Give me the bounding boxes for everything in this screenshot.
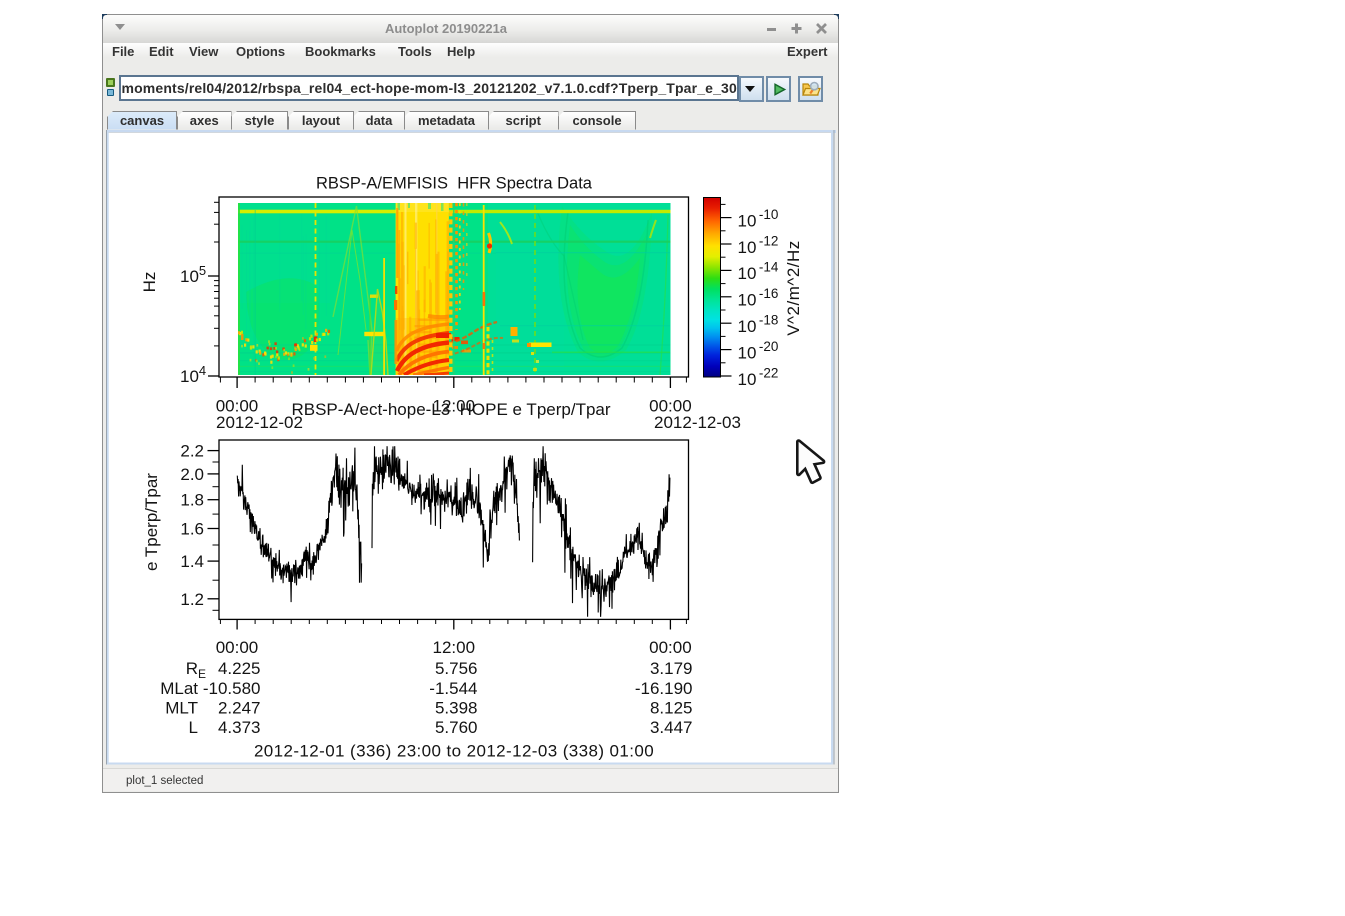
svg-text:00:00: 00:00 <box>216 638 259 657</box>
svg-text:MLT: MLT <box>165 699 198 718</box>
svg-text:-16.190: -16.190 <box>635 679 693 698</box>
svg-text:1.4: 1.4 <box>180 552 204 571</box>
svg-text:2.2: 2.2 <box>180 442 204 461</box>
svg-text:5.398: 5.398 <box>435 699 478 718</box>
svg-text:-1.544: -1.544 <box>429 679 477 698</box>
svg-text:1.6: 1.6 <box>180 520 204 539</box>
svg-text:2.247: 2.247 <box>218 699 261 718</box>
svg-text:-10.580: -10.580 <box>203 679 261 698</box>
svg-text:2012-12-02: 2012-12-02 <box>216 413 303 432</box>
svg-text:2012-12-01 (336) 23:00 to 2012: 2012-12-01 (336) 23:00 to 2012-12-03 (33… <box>254 742 654 761</box>
svg-text:1.2: 1.2 <box>180 590 204 609</box>
svg-text:8.125: 8.125 <box>650 699 693 718</box>
svg-text:V^2/m^2/Hz: V^2/m^2/Hz <box>784 240 803 336</box>
svg-text:5.760: 5.760 <box>435 718 478 737</box>
svg-text:4.225: 4.225 <box>218 659 261 678</box>
svg-text:Hz: Hz <box>140 272 159 293</box>
svg-text:L: L <box>189 718 198 737</box>
svg-text:1.8: 1.8 <box>180 491 204 510</box>
svg-text:3.447: 3.447 <box>650 718 693 737</box>
svg-text:R: R <box>186 659 198 678</box>
svg-text:e Tperp/Tpar: e Tperp/Tpar <box>142 473 161 571</box>
svg-text:4.373: 4.373 <box>218 718 261 737</box>
svg-text:RBSP-A/EMFISIS HFR Spectra Da: RBSP-A/EMFISIS HFR Spectra Data <box>316 175 593 193</box>
svg-text:00:00: 00:00 <box>649 638 692 657</box>
svg-text:2012-12-03: 2012-12-03 <box>654 413 741 432</box>
svg-text:MLat: MLat <box>160 679 198 698</box>
svg-text:2.0: 2.0 <box>180 465 204 484</box>
svg-text:3.179: 3.179 <box>650 659 693 678</box>
svg-text:12:00: 12:00 <box>433 638 476 657</box>
svg-text:5.756: 5.756 <box>435 659 478 678</box>
svg-text:RBSP-A/ect-hope-L3 HOPE e Tpe: RBSP-A/ect-hope-L3 HOPE e Tperp/Tpar <box>291 400 610 419</box>
